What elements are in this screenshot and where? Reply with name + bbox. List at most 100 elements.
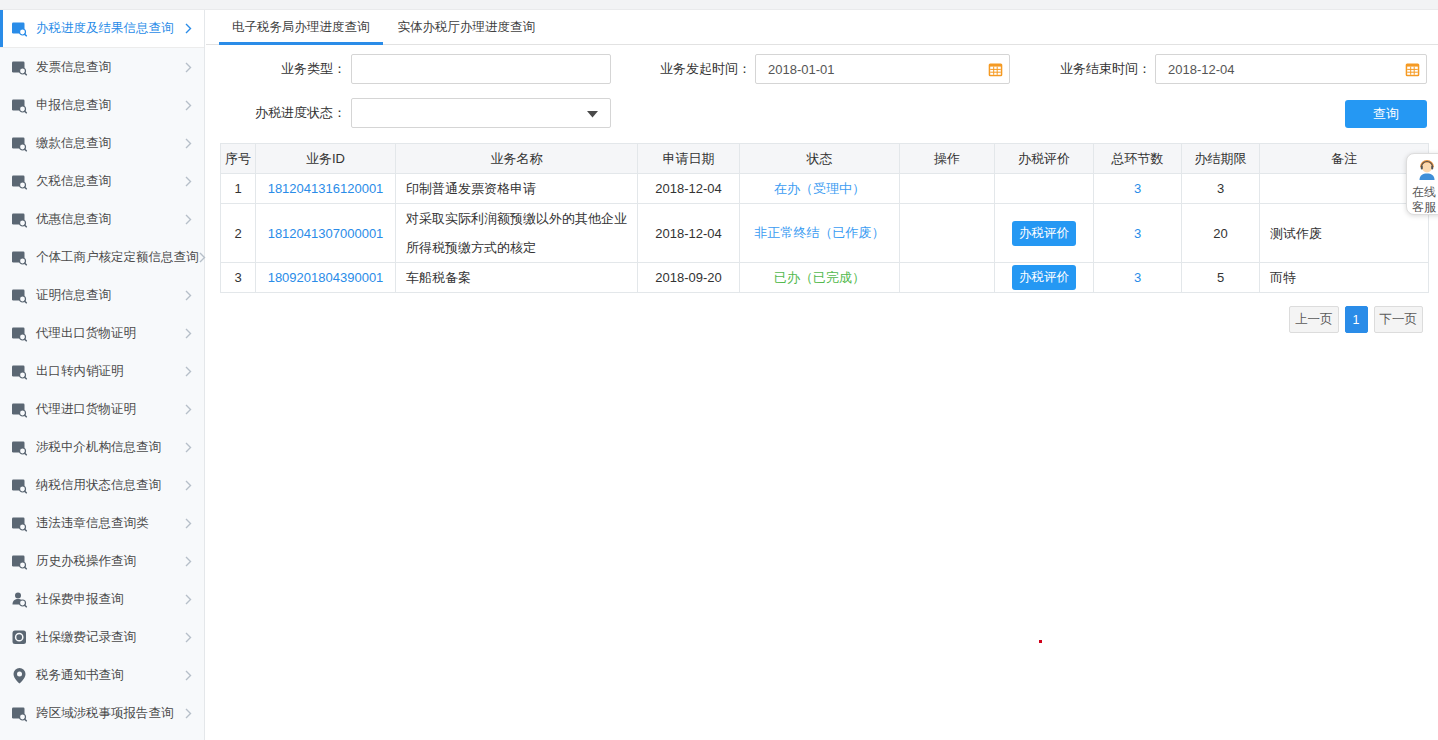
- business-id-link[interactable]: 1812041316120001: [268, 181, 384, 196]
- calendar-icon[interactable]: [988, 62, 1003, 77]
- cell-deadline: 5: [1182, 263, 1260, 293]
- sidebar-item-label: 跨区域涉税事项报告查询: [36, 705, 185, 722]
- progress-status-select[interactable]: [351, 98, 611, 128]
- evaluate-button[interactable]: 办税评价: [1012, 221, 1076, 246]
- sidebar-item-label: 历史办税操作查询: [36, 553, 185, 570]
- cell-business-id: 1812041316120001: [256, 174, 396, 204]
- chevron-right-icon: [185, 138, 192, 149]
- sidebar-item[interactable]: 欠税信息查询: [0, 162, 204, 200]
- sidebar-item-label: 代理进口货物证明: [36, 401, 185, 418]
- sidebar-item-label: 证明信息查询: [36, 287, 185, 304]
- sidebar-item[interactable]: 纳税信用状态信息查询: [0, 466, 204, 504]
- cell-deadline: 20: [1182, 204, 1260, 263]
- cell-date: 2018-12-04: [638, 204, 740, 263]
- column-header: 业务名称: [396, 144, 638, 174]
- end-time-input[interactable]: [1155, 54, 1427, 84]
- current-page-button[interactable]: 1: [1345, 306, 1368, 333]
- sidebar-item[interactable]: 历史办税操作查询: [0, 542, 204, 580]
- cell-operation: [900, 204, 995, 263]
- total-steps-link[interactable]: 3: [1134, 270, 1141, 285]
- tax-agency-query-icon: [11, 439, 28, 456]
- chevron-right-icon: [185, 62, 192, 73]
- chevron-right-icon: [185, 594, 192, 605]
- total-steps-link[interactable]: 3: [1134, 181, 1141, 196]
- sidebar-item-label: 缴款信息查询: [36, 135, 185, 152]
- sidebar-item[interactable]: 优惠信息查询: [0, 200, 204, 238]
- search-button[interactable]: 查询: [1345, 100, 1427, 128]
- sidebar-item-label: 税务通知书查询: [36, 667, 185, 684]
- table-row: 11812041316120001印制普通发票资格申请2018-12-04在办（…: [221, 174, 1429, 204]
- sidebar-item[interactable]: 办税进度及结果信息查询: [0, 10, 204, 48]
- column-header: 总环节数: [1094, 144, 1182, 174]
- start-time-input[interactable]: [755, 54, 1010, 84]
- tab-1[interactable]: 实体办税厅办理进度查询: [385, 10, 549, 44]
- chevron-right-icon: [185, 290, 192, 301]
- online-service-widget[interactable]: 在线 客服: [1406, 153, 1438, 215]
- total-steps-link[interactable]: 3: [1134, 226, 1141, 241]
- progress-status-label: 办税进度状态：: [206, 98, 346, 128]
- sidebar-item[interactable]: 代理出口货物证明: [0, 314, 204, 352]
- cell-status: 已办（已完成）: [740, 263, 900, 293]
- column-header: 操作: [900, 144, 995, 174]
- calendar-icon[interactable]: [1405, 62, 1420, 77]
- tax-progress-result-query-icon: [11, 20, 28, 37]
- chevron-right-icon: [185, 518, 192, 529]
- agent-export-proof-icon: [11, 325, 28, 342]
- sidebar-item[interactable]: 代理进口货物证明: [0, 390, 204, 428]
- social-insurance-declare-query-icon: [11, 591, 28, 608]
- sidebar-item[interactable]: 发票信息查询: [0, 48, 204, 86]
- chevron-right-icon: [185, 670, 192, 681]
- sidebar-item[interactable]: 证明信息查询: [0, 276, 204, 314]
- table-body: 11812041316120001印制普通发票资格申请2018-12-04在办（…: [221, 174, 1429, 293]
- cell-seq: 3: [221, 263, 256, 293]
- table-header-row: 序号业务ID业务名称申请日期状态操作办税评价总环节数办结期限备注: [221, 144, 1429, 174]
- chevron-right-icon: [185, 366, 192, 377]
- next-page-button[interactable]: 下一页: [1374, 306, 1424, 333]
- sidebar-item[interactable]: 涉税中介机构信息查询: [0, 428, 204, 466]
- cell-date: 2018-12-04: [638, 174, 740, 204]
- sidebar-item-label: 个体工商户核定定额信息查询: [36, 249, 199, 266]
- sidebar-item[interactable]: 跨区域涉税事项报告查询: [0, 694, 204, 732]
- payment-info-query-icon: [11, 135, 28, 152]
- tab-bar: 电子税务局办理进度查询实体办税厅办理进度查询: [206, 10, 1438, 45]
- chevron-right-icon: [185, 556, 192, 567]
- evaluate-button[interactable]: 办税评价: [1012, 265, 1076, 290]
- cell-remark: [1260, 174, 1429, 204]
- sidebar-item-label: 违法违章信息查询类: [36, 515, 185, 532]
- social-payment-record-query-icon: [11, 629, 28, 646]
- sidebar-item[interactable]: 缴款信息查询: [0, 124, 204, 162]
- chevron-right-icon: [185, 23, 192, 34]
- sidebar-item[interactable]: 个体工商户核定定额信息查询: [0, 238, 204, 276]
- cell-deadline: 3: [1182, 174, 1260, 204]
- chevron-right-icon: [185, 632, 192, 643]
- sidebar-item[interactable]: 税务通知书查询: [0, 656, 204, 694]
- sidebar-item[interactable]: 申报信息查询: [0, 86, 204, 124]
- status-text: 非正常终结（已作废）: [755, 225, 885, 240]
- sidebar-item[interactable]: 违法违章信息查询类: [0, 504, 204, 542]
- cell-remark: 而特: [1260, 263, 1429, 293]
- business-type-label: 业务类型：: [206, 54, 346, 84]
- cell-status: 在办（受理中）: [740, 174, 900, 204]
- sidebar-item[interactable]: 社保费申报查询: [0, 580, 204, 618]
- business-type-input[interactable]: [351, 54, 611, 84]
- sidebar-item[interactable]: 社保缴费记录查询: [0, 618, 204, 656]
- preferential-info-query-icon: [11, 211, 28, 228]
- red-artifact-dot: [1039, 640, 1042, 643]
- sidebar-item-label: 纳税信用状态信息查询: [36, 477, 185, 494]
- sidebar-item[interactable]: 出口转内销证明: [0, 352, 204, 390]
- chevron-right-icon: [185, 480, 192, 491]
- cell-seq: 1: [221, 174, 256, 204]
- sidebar-item-label: 社保费申报查询: [36, 591, 185, 608]
- business-id-link[interactable]: 1809201804390001: [268, 270, 384, 285]
- business-id-link[interactable]: 1812041307000001: [268, 226, 384, 241]
- column-header: 状态: [740, 144, 900, 174]
- column-header: 备注: [1260, 144, 1429, 174]
- tab-0[interactable]: 电子税务局办理进度查询: [219, 10, 383, 44]
- sidebar-menu: 办税进度及结果信息查询发票信息查询申报信息查询缴款信息查询欠税信息查询优惠信息查…: [0, 10, 205, 740]
- chevron-right-icon: [185, 328, 192, 339]
- violation-info-query-icon: [11, 515, 28, 532]
- chevron-right-icon: [185, 708, 192, 719]
- cell-total-steps: 3: [1094, 174, 1182, 204]
- prev-page-button[interactable]: 上一页: [1289, 306, 1339, 333]
- chevron-right-icon: [185, 176, 192, 187]
